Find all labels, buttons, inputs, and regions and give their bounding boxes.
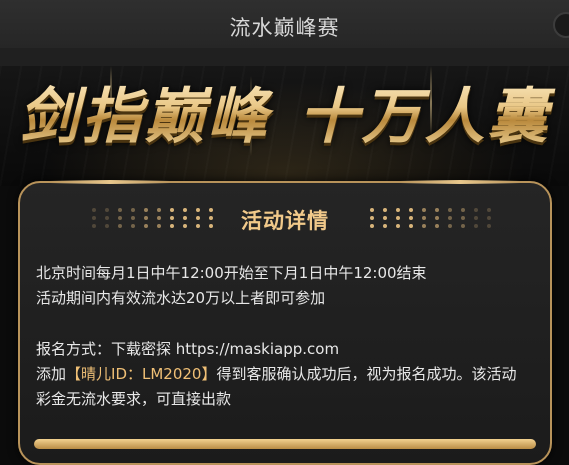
page-title: 流水巅峰赛 <box>229 16 340 40</box>
hero-banner: 剑指巅峰 十万人囊 <box>0 66 569 186</box>
header-divider-strip <box>0 48 569 66</box>
hero-title-part2: 十万人囊 <box>298 82 551 152</box>
signup-line: 报名方式：下载密探 https://maskiapp.com <box>36 337 541 362</box>
card-glow <box>50 180 170 184</box>
details-line-1: 北京时间每月1日中午12:00开始至下月1日中午12:00结束 <box>36 264 427 282</box>
top-nav-bar: 流水巅峰赛 <box>0 0 569 49</box>
signup-link[interactable]: 下载密探 https://maskiapp.com <box>111 340 339 358</box>
contact-id-highlight: 【晴儿ID：LM2020】 <box>66 365 217 383</box>
activity-details-card: 活动详情 北京时间每月1日中午12:00开始至下月1日中午12:00结束 活动期… <box>18 180 552 465</box>
card-glow <box>400 180 520 184</box>
signup-label: 报名方式： <box>36 340 112 358</box>
details-line-last: 彩金无流水要求，可直接出款 <box>36 390 232 408</box>
hero-title-part1: 剑指巅峰 <box>18 82 271 152</box>
section-header: 活动详情 <box>20 205 550 235</box>
dots-decoration-right <box>370 208 494 231</box>
contact-suffix: 得到客服确认成功后，视为报名成功。该活动 <box>216 365 517 383</box>
hero-title: 剑指巅峰 十万人囊 <box>0 68 569 155</box>
details-line-2: 活动期间内有效流水达20万以上者即可参加 <box>36 289 326 307</box>
contact-line: 添加【晴儿ID：LM2020】得到客服确认成功后，视为报名成功。该活动 <box>36 362 541 387</box>
signup-button[interactable] <box>34 439 536 449</box>
contact-prefix: 添加 <box>36 365 67 383</box>
